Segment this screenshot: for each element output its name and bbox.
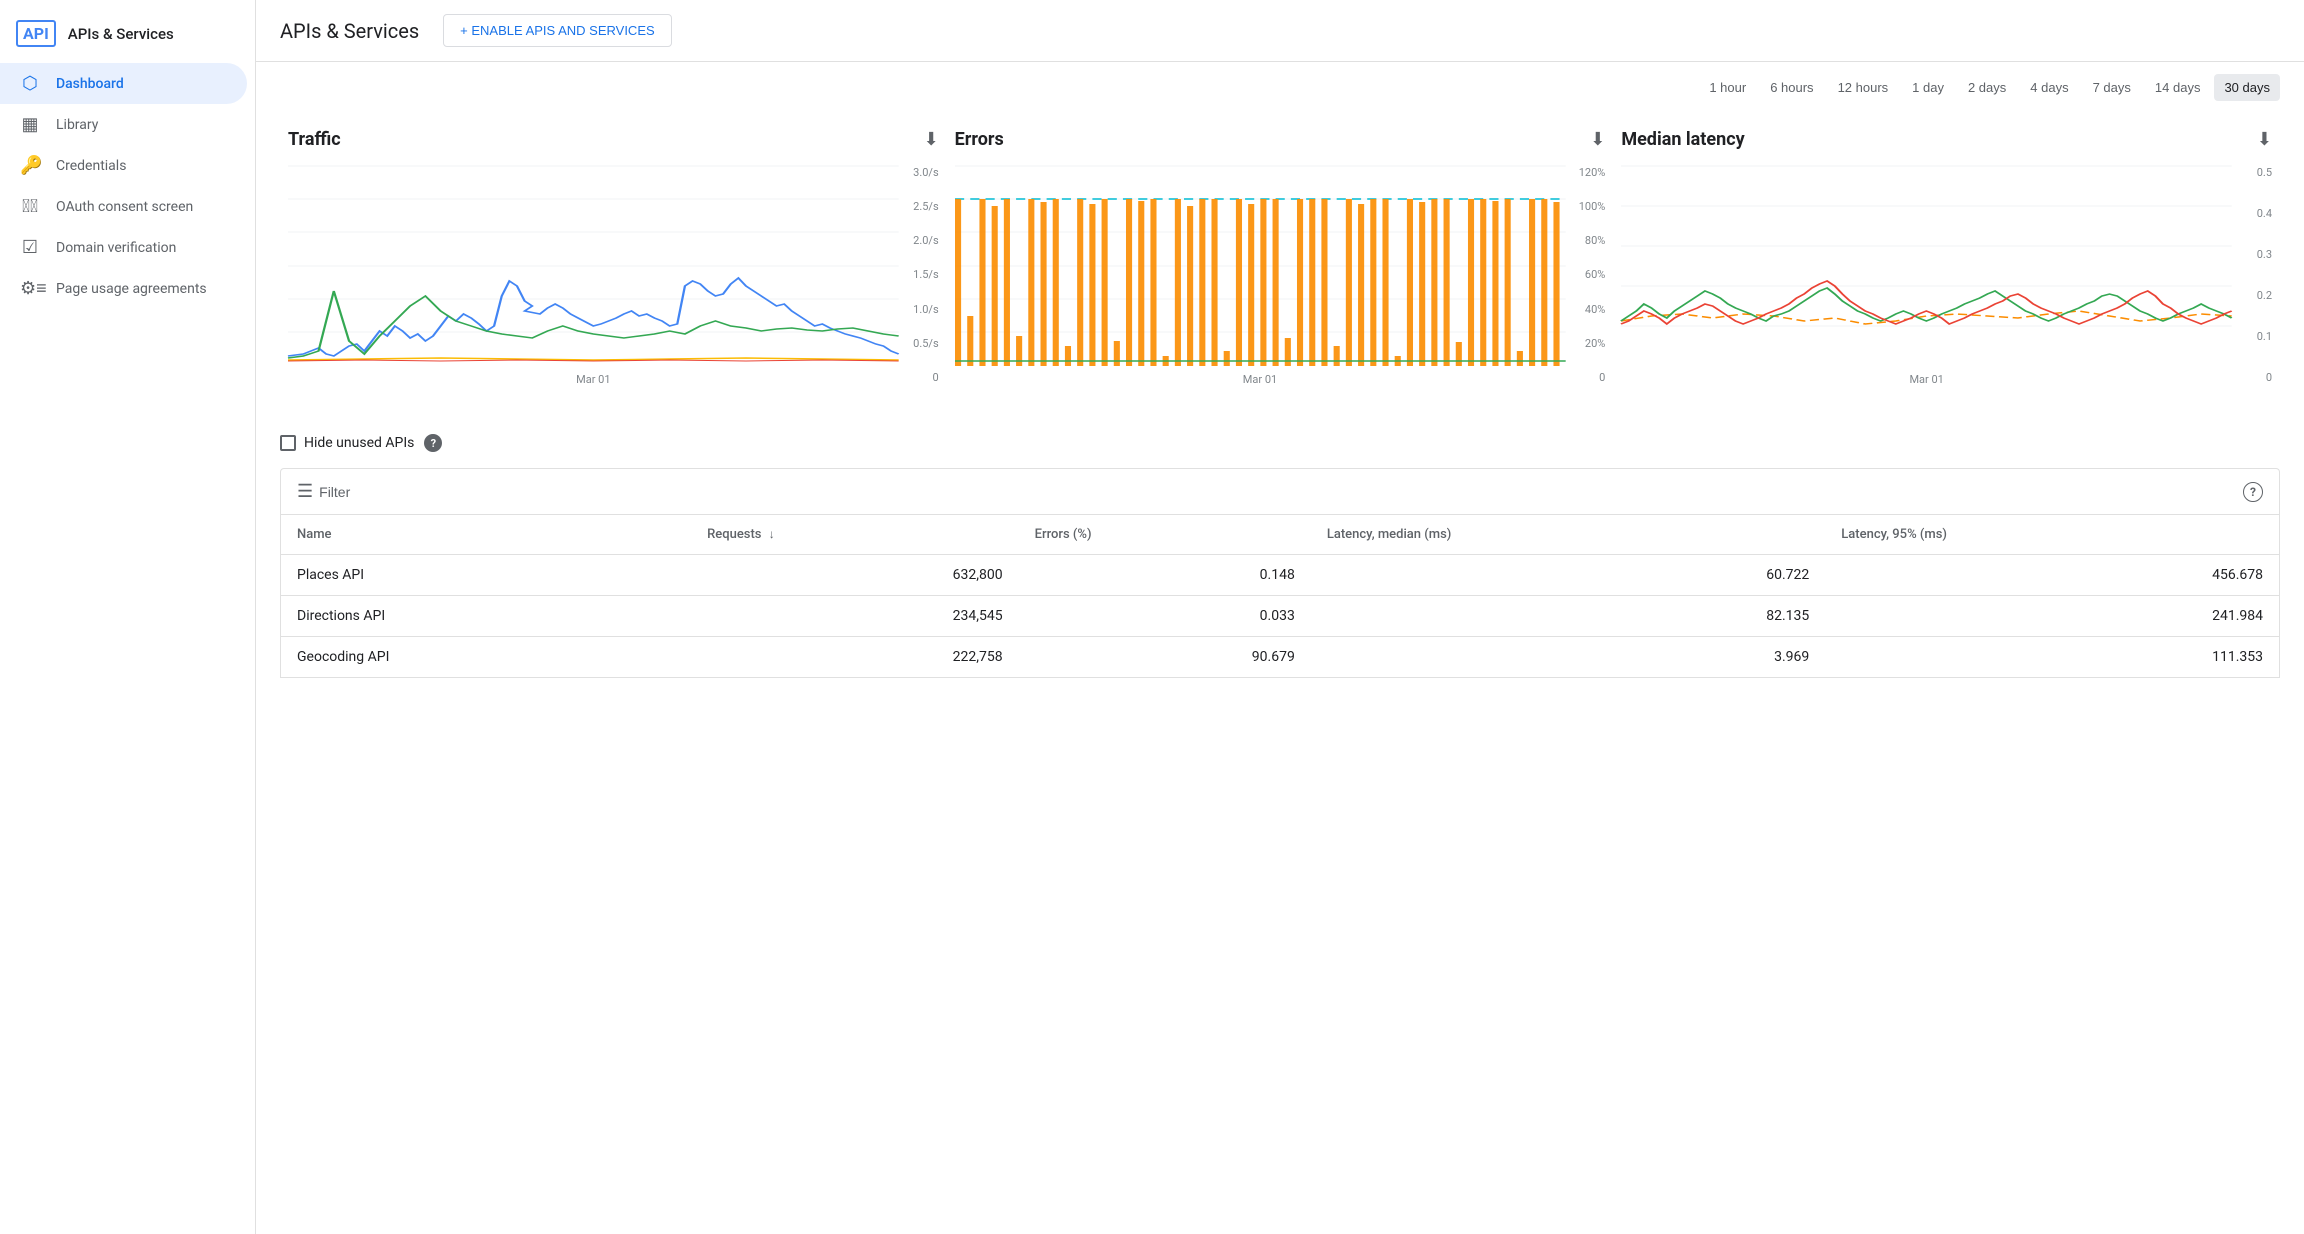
- errors-svg: [955, 166, 1566, 366]
- hide-unused-checkbox[interactable]: [280, 435, 296, 451]
- col-requests[interactable]: Requests ↓: [691, 515, 1019, 555]
- latency-download-icon[interactable]: ⬇: [2257, 129, 2272, 150]
- table-row: Directions API 234,545 0.033 82.135 241.…: [281, 596, 2280, 637]
- traffic-y-labels: 3.0/s2.5/s2.0/s1.5/s1.0/s0.5/s0: [903, 166, 939, 386]
- time-range-selector: 1 hour6 hours12 hours1 day2 days4 days7 …: [256, 62, 2304, 113]
- cell-latency-95: 111.353: [1825, 637, 2279, 678]
- cell-name[interactable]: Directions API: [281, 596, 692, 637]
- cell-latency-95: 241.984: [1825, 596, 2279, 637]
- nav-icon-dashboard: ⬡: [20, 73, 40, 94]
- traffic-svg: [288, 166, 899, 366]
- latency-y-labels: 0.50.40.30.20.10: [2236, 166, 2272, 386]
- sidebar-title: APIs & Services: [68, 25, 174, 43]
- col-name: Name: [281, 515, 692, 555]
- cell-requests: 632,800: [691, 555, 1019, 596]
- nav-label-credentials: Credentials: [56, 158, 126, 174]
- col-latency-95: Latency, 95% (ms): [1825, 515, 2279, 555]
- nav-icon-page-usage: ⚙≡: [20, 278, 40, 299]
- time-btn-14-days[interactable]: 14 days: [2145, 74, 2211, 101]
- latency-x-label: Mar 01: [1621, 373, 2232, 386]
- traffic-download-icon[interactable]: ⬇: [924, 129, 939, 150]
- hide-unused-label[interactable]: Hide unused APIs: [280, 435, 414, 451]
- errors-x-label: Mar 01: [955, 373, 1566, 386]
- nav-icon-oauth: ≡⃞: [20, 196, 40, 217]
- filter-label: Filter: [319, 484, 350, 500]
- sidebar-nav: ⬡ Dashboard ▦ Library 🔑 Credentials ≡⃞ OAuth co…: [0, 63, 255, 309]
- charts-section: Traffic ⬇ 3.0/s2.5/s2.0/s1.5/s1.0/s0.5/s…: [256, 113, 2304, 418]
- table-header-row: Name Requests ↓ Errors (%) Latency, medi…: [281, 515, 2280, 555]
- cell-errors: 90.679: [1019, 637, 1311, 678]
- cell-errors: 0.148: [1019, 555, 1311, 596]
- time-btn-7-days[interactable]: 7 days: [2083, 74, 2141, 101]
- hide-unused-text: Hide unused APIs: [304, 435, 414, 451]
- errors-download-icon[interactable]: ⬇: [1590, 129, 1605, 150]
- table-row: Places API 632,800 0.148 60.722 456.678: [281, 555, 2280, 596]
- nav-icon-credentials: 🔑: [20, 155, 40, 176]
- sidebar-item-domain[interactable]: ☑ Domain verification: [0, 227, 247, 268]
- cell-latency-median: 3.969: [1311, 637, 1825, 678]
- table-section: ☰ Filter ? Name Requests ↓ Errors (%) La…: [256, 468, 2304, 702]
- sidebar-item-library[interactable]: ▦ Library: [0, 104, 247, 145]
- sidebar-item-dashboard[interactable]: ⬡ Dashboard: [0, 63, 247, 104]
- sidebar: API APIs & Services ⬡ Dashboard ▦ Library 🔑 C…: [0, 0, 256, 1234]
- errors-y-labels: 120%100%80%60%40%20%0: [1569, 166, 1605, 386]
- apis-table: Name Requests ↓ Errors (%) Latency, medi…: [280, 514, 2280, 678]
- sidebar-item-credentials[interactable]: 🔑 Credentials: [0, 145, 247, 186]
- traffic-x-label: Mar 01: [288, 373, 899, 386]
- filter-button[interactable]: ☰ Filter: [297, 481, 350, 502]
- hide-unused-section: Hide unused APIs ?: [256, 418, 2304, 468]
- latency-svg: [1621, 166, 2232, 366]
- traffic-chart: Traffic ⬇ 3.0/s2.5/s2.0/s1.5/s1.0/s0.5/s…: [280, 113, 947, 394]
- cell-latency-95: 456.678: [1825, 555, 2279, 596]
- time-btn-30-days[interactable]: 30 days: [2214, 74, 2280, 101]
- nav-label-page-usage: Page usage agreements: [56, 281, 207, 297]
- hide-unused-help-icon[interactable]: ?: [424, 434, 442, 452]
- nav-label-dashboard: Dashboard: [56, 76, 124, 92]
- errors-chart: Errors ⬇ 120%100%80%60%40%20%0: [947, 113, 1614, 394]
- errors-chart-title: Errors: [955, 129, 1004, 150]
- table-row: Geocoding API 222,758 90.679 3.969 111.3…: [281, 637, 2280, 678]
- col-latency-median: Latency, median (ms): [1311, 515, 1825, 555]
- nav-icon-library: ▦: [20, 114, 40, 135]
- cell-requests: 234,545: [691, 596, 1019, 637]
- time-btn-2-days[interactable]: 2 days: [1958, 74, 2016, 101]
- time-btn-4-days[interactable]: 4 days: [2020, 74, 2078, 101]
- time-btn-1-day[interactable]: 1 day: [1902, 74, 1954, 101]
- nav-label-domain: Domain verification: [56, 240, 176, 256]
- cell-latency-median: 82.135: [1311, 596, 1825, 637]
- api-logo: API: [16, 20, 56, 47]
- time-btn-1-hour[interactable]: 1 hour: [1699, 74, 1756, 101]
- filter-icon: ☰: [297, 481, 313, 502]
- sidebar-header: API APIs & Services: [0, 8, 255, 63]
- sidebar-item-oauth[interactable]: ≡⃞ OAuth consent screen: [0, 186, 247, 227]
- main-content: APIs & Services + ENABLE APIS AND SERVIC…: [256, 0, 2304, 1234]
- cell-errors: 0.033: [1019, 596, 1311, 637]
- nav-label-library: Library: [56, 117, 98, 133]
- table-toolbar: ☰ Filter ?: [280, 468, 2280, 514]
- nav-label-oauth: OAuth consent screen: [56, 199, 193, 215]
- latency-chart-title: Median latency: [1621, 129, 1744, 150]
- cell-name[interactable]: Places API: [281, 555, 692, 596]
- table-help-icon[interactable]: ?: [2243, 482, 2263, 502]
- main-header: APIs & Services + ENABLE APIS AND SERVIC…: [256, 0, 2304, 62]
- sidebar-item-page-usage[interactable]: ⚙≡ Page usage agreements: [0, 268, 247, 309]
- latency-chart: Median latency ⬇ 0.50.40.30.20.10: [1613, 113, 2280, 394]
- nav-icon-domain: ☑: [20, 237, 40, 258]
- col-errors: Errors (%): [1019, 515, 1311, 555]
- traffic-chart-title: Traffic: [288, 129, 341, 150]
- cell-name[interactable]: Geocoding API: [281, 637, 692, 678]
- cell-requests: 222,758: [691, 637, 1019, 678]
- time-btn-12-hours[interactable]: 12 hours: [1828, 74, 1899, 101]
- page-title: APIs & Services: [280, 19, 419, 43]
- time-btn-6-hours[interactable]: 6 hours: [1760, 74, 1823, 101]
- cell-latency-median: 60.722: [1311, 555, 1825, 596]
- enable-apis-button[interactable]: + ENABLE APIS AND SERVICES: [443, 14, 672, 47]
